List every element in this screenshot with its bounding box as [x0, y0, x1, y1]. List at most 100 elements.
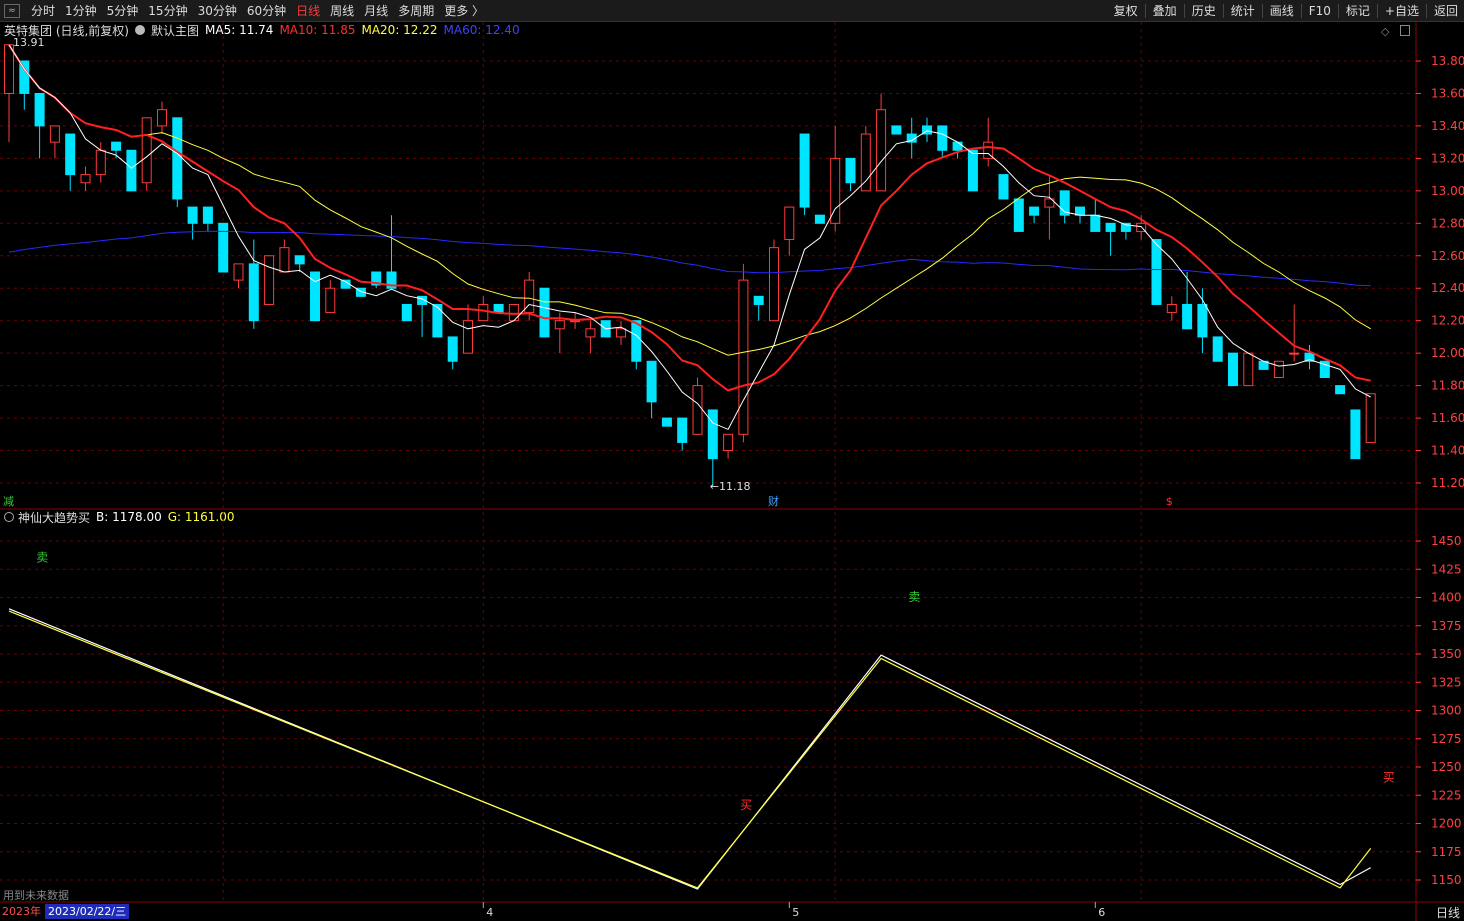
candle-body	[1335, 385, 1346, 395]
candle-body	[937, 125, 948, 151]
price-tick-label: 13.20	[1431, 151, 1464, 165]
cursor-date: 2023/02/22/三	[45, 904, 130, 919]
candle-body	[4, 44, 14, 94]
price-tick-label: 13.00	[1431, 184, 1464, 198]
price-tick-label: 13.60	[1431, 86, 1464, 100]
candle-body	[891, 125, 902, 135]
candle-body	[279, 247, 290, 273]
candle-body	[860, 133, 871, 192]
candle-body	[769, 247, 779, 322]
indicator-tick-label: 1400	[1431, 591, 1462, 605]
candle-body	[1166, 303, 1177, 314]
indicator-tick-label: 1325	[1431, 675, 1462, 689]
candle-body	[1197, 303, 1208, 338]
date-tick-label: 6	[1098, 906, 1105, 919]
chart-canvas[interactable]: 卖卖买买 13.8013.6013.4013.2013.0012.8012.60…	[0, 0, 1464, 921]
candle-body	[661, 417, 672, 427]
candle-body	[34, 92, 45, 127]
event-marker: 财	[768, 494, 779, 508]
candle-body	[692, 385, 703, 435]
candle-body	[264, 255, 275, 305]
candle-body	[1228, 352, 1238, 387]
candle-body	[294, 255, 305, 265]
price-tick-label: 11.60	[1431, 411, 1464, 425]
candle-body	[753, 295, 764, 305]
candle-body	[998, 174, 1009, 200]
indicator-plot: 卖卖买买	[8, 550, 1395, 890]
candle-body	[845, 157, 856, 184]
ma20-line	[8, 44, 1371, 356]
candle-body	[478, 303, 489, 322]
candle-body	[799, 133, 810, 208]
candle-body	[233, 263, 244, 281]
candle-body	[1029, 206, 1040, 216]
indicator-tick-label: 1175	[1431, 845, 1462, 859]
high-price-label: 13.91	[13, 36, 45, 49]
year-label: 2023年	[2, 905, 41, 918]
candle-body	[218, 222, 229, 273]
candle-body	[111, 141, 122, 151]
signal-label: 买	[740, 798, 752, 812]
signal-label: 卖	[36, 550, 48, 564]
indicator-tick-label: 1425	[1431, 562, 1462, 576]
candle-body	[1090, 214, 1101, 232]
price-tick-label: 12.00	[1431, 346, 1464, 360]
indicator-tick-label: 1200	[1431, 817, 1462, 831]
candle-body	[1243, 352, 1254, 387]
candle-body	[80, 174, 91, 184]
candle-body	[554, 320, 565, 330]
candle-body	[723, 433, 734, 452]
candle-body	[202, 206, 213, 224]
candle-body	[1013, 198, 1024, 232]
candle-body	[967, 149, 978, 192]
signal-label: 卖	[908, 590, 920, 604]
candle-body	[707, 409, 718, 460]
candle-body	[646, 360, 657, 403]
candle-body	[616, 328, 626, 338]
candle-body	[248, 263, 259, 322]
candle-body	[432, 303, 443, 338]
candle-body	[65, 133, 76, 176]
candle-body	[1365, 393, 1376, 443]
candle-body	[401, 303, 412, 322]
price-tick-label: 12.80	[1431, 216, 1464, 230]
candle-body	[677, 417, 688, 443]
candle-body	[325, 287, 336, 314]
candle-body	[631, 320, 642, 362]
candle-body	[830, 157, 841, 224]
candlesticks	[4, 44, 1376, 487]
price-tick-label: 12.40	[1431, 281, 1464, 295]
price-tick-label: 11.80	[1431, 379, 1464, 393]
candle-body	[876, 109, 887, 192]
candle-body	[447, 336, 458, 362]
candle-body	[95, 149, 106, 176]
candle-body	[539, 287, 550, 338]
signal-label: 买	[1383, 771, 1395, 785]
event-marker: 减	[3, 495, 14, 508]
indicator-tick-label: 1150	[1431, 873, 1462, 887]
price-tick-label: 12.20	[1431, 314, 1464, 328]
indicator-tick-label: 1275	[1431, 732, 1462, 746]
low-price-label: ←11.18	[710, 480, 751, 493]
candle-body	[1289, 352, 1300, 355]
chart-annotations: 13.91 ←11.18 减 财 $	[3, 36, 1173, 508]
candle-body	[157, 109, 167, 127]
indicator-tick-label: 1450	[1431, 534, 1462, 548]
candle-body	[1075, 206, 1085, 216]
candle-body	[187, 206, 198, 224]
indicator-tick-label: 1250	[1431, 760, 1462, 774]
candle-body	[1212, 336, 1223, 362]
candle-body	[1182, 303, 1193, 330]
candle-body	[952, 141, 963, 151]
price-tick-label: 11.40	[1431, 444, 1464, 458]
candle-body	[126, 149, 137, 192]
candle-body	[738, 279, 749, 435]
candle-body	[814, 214, 825, 224]
candle-body	[463, 320, 473, 354]
candle-body	[172, 117, 183, 200]
candle-body	[1151, 239, 1162, 305]
indicator-line-b	[8, 608, 1371, 890]
candle-body	[1273, 360, 1284, 378]
future-data-warning: 用到未来数据	[3, 889, 69, 902]
ma60-line	[8, 230, 1371, 287]
